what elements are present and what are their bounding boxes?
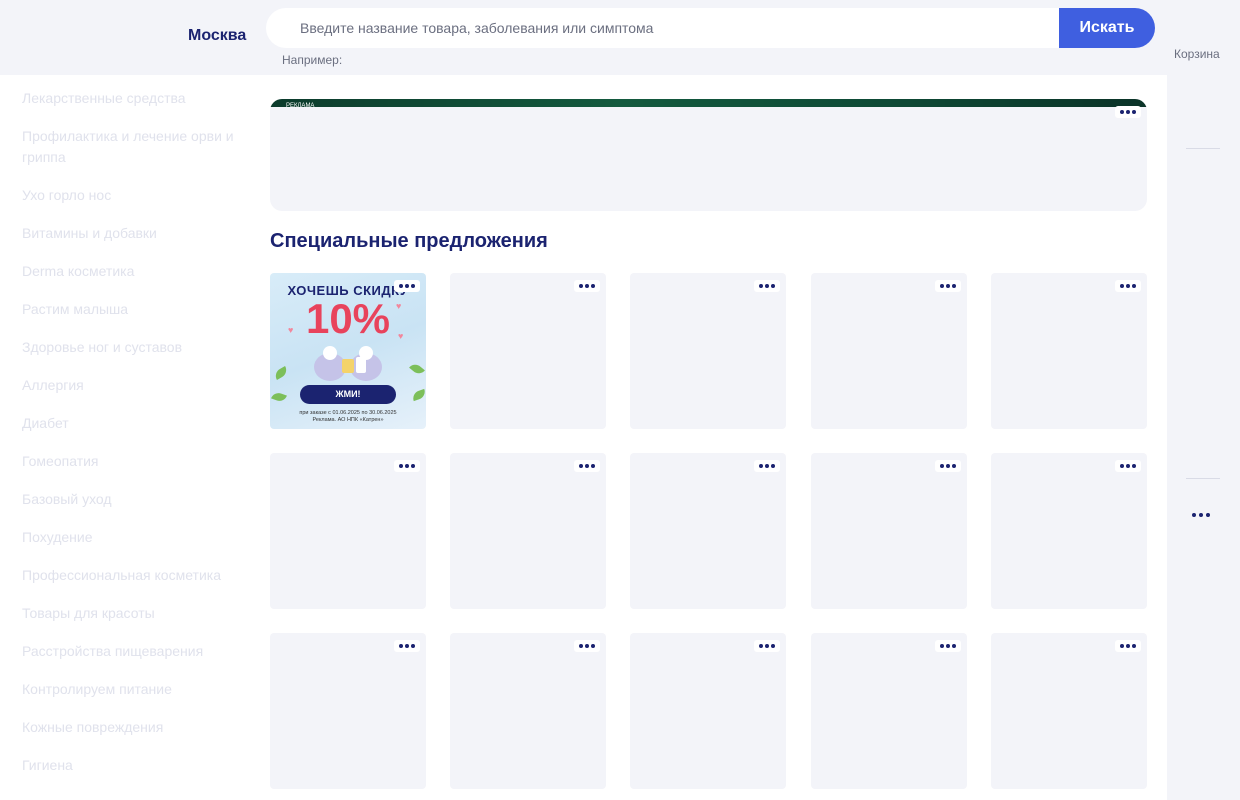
product-card[interactable]	[630, 633, 786, 789]
header: Москва Искать Например:	[0, 0, 1167, 75]
promo-note-line: Реклама. АО НПК «Катрен»	[312, 417, 384, 423]
product-card[interactable]	[270, 453, 426, 609]
search-button[interactable]: Искать	[1059, 8, 1155, 48]
sidebar-item-category[interactable]: Ухо горло нос	[22, 185, 242, 206]
sidebar-item-category[interactable]: Контролируем питание	[22, 679, 242, 700]
more-icon[interactable]	[1115, 640, 1141, 652]
more-icon[interactable]	[935, 640, 961, 652]
sidebar-item-category[interactable]: Гомеопатия	[22, 451, 242, 472]
sidebar-item-category[interactable]: Похудение	[22, 527, 242, 548]
product-card[interactable]	[811, 453, 967, 609]
cats-illustration	[314, 346, 382, 381]
city-selector[interactable]: Москва	[188, 27, 246, 45]
more-icon[interactable]	[394, 640, 420, 652]
promo-button[interactable]: ЖМИ!	[300, 385, 396, 404]
right-panel: Корзина	[1167, 0, 1240, 800]
product-card[interactable]	[450, 273, 606, 429]
more-icon[interactable]	[1115, 106, 1141, 118]
product-card[interactable]	[811, 633, 967, 789]
promo-card[interactable]: ♥ ♥ ♥ ХОЧЕШЬ СКИДКУ 10% ЖМИ! при заказе …	[270, 273, 426, 429]
ad-banner[interactable]: РЕКЛАМА	[270, 99, 1147, 211]
more-icon[interactable]	[754, 460, 780, 472]
right-divider	[1186, 478, 1220, 479]
sidebar-item-category[interactable]: Профилактика и лечение орви и гриппа	[22, 126, 242, 168]
sidebar-item-category[interactable]: Расстройства пищеварения	[22, 641, 242, 662]
promo-note: при заказе с 01.06.2025 по 30.06.2025 Ре…	[270, 410, 426, 424]
product-card[interactable]	[450, 633, 606, 789]
more-icon[interactable]	[1192, 513, 1210, 517]
more-icon[interactable]	[754, 280, 780, 292]
page: Москва Искать Например: Корзина Лекарств…	[0, 0, 1240, 800]
more-icon[interactable]	[1115, 460, 1141, 472]
sidebar-item-category[interactable]: Профессиональная косметика	[22, 565, 242, 586]
product-card[interactable]	[991, 273, 1147, 429]
promo-percent: 10%	[305, 295, 391, 342]
leaf-decoration	[411, 388, 426, 402]
sidebar-item-category[interactable]: Базовый уход	[22, 489, 242, 510]
leaf-decoration	[272, 366, 290, 380]
search-box: Искать	[266, 8, 1155, 48]
sidebar-item-category[interactable]: Аллергия	[22, 375, 242, 396]
product-card[interactable]	[450, 453, 606, 609]
more-icon[interactable]	[754, 640, 780, 652]
more-icon[interactable]	[574, 460, 600, 472]
more-icon[interactable]	[574, 280, 600, 292]
more-icon[interactable]	[935, 280, 961, 292]
product-card[interactable]	[991, 453, 1147, 609]
right-divider	[1186, 148, 1220, 149]
banner-image	[270, 99, 1147, 107]
sidebar-item-category[interactable]: Гигиена	[22, 755, 242, 776]
sidebar-item-category[interactable]: Кожные повреждения	[22, 717, 242, 738]
product-card[interactable]	[811, 273, 967, 429]
product-card[interactable]	[270, 633, 426, 789]
more-icon[interactable]	[935, 460, 961, 472]
section-title: Специальные предложения	[270, 230, 548, 252]
sidebar-item-category[interactable]: Витамины и добавки	[22, 223, 242, 244]
product-card[interactable]	[991, 633, 1147, 789]
product-card[interactable]	[630, 273, 786, 429]
product-card[interactable]	[630, 453, 786, 609]
leaf-decoration	[271, 390, 287, 404]
leaf-decoration	[409, 361, 425, 377]
sidebar-item-category[interactable]: Товары для красоты	[22, 603, 242, 624]
cart-link[interactable]: Корзина	[1174, 47, 1220, 61]
sidebar-item-category[interactable]: Здоровье ног и суставов	[22, 337, 242, 358]
more-icon[interactable]	[394, 280, 420, 292]
more-icon[interactable]	[394, 460, 420, 472]
promo-note-line: при заказе с 01.06.2025 по 30.06.2025	[299, 410, 397, 416]
more-icon[interactable]	[1115, 280, 1141, 292]
sidebar-item-category[interactable]: Derma косметика	[22, 261, 242, 282]
sidebar-item-category[interactable]: Лекарственные средства	[22, 88, 242, 109]
search-input[interactable]	[300, 8, 1050, 48]
sidebar-item-category[interactable]: Растим малыша	[22, 299, 242, 320]
category-sidebar: Лекарственные средства Профилактика и ле…	[22, 88, 242, 793]
search-hint: Например:	[282, 53, 343, 67]
sidebar-item-category[interactable]: Диабет	[22, 413, 242, 434]
ad-label: РЕКЛАМА	[286, 103, 315, 109]
more-icon[interactable]	[574, 640, 600, 652]
